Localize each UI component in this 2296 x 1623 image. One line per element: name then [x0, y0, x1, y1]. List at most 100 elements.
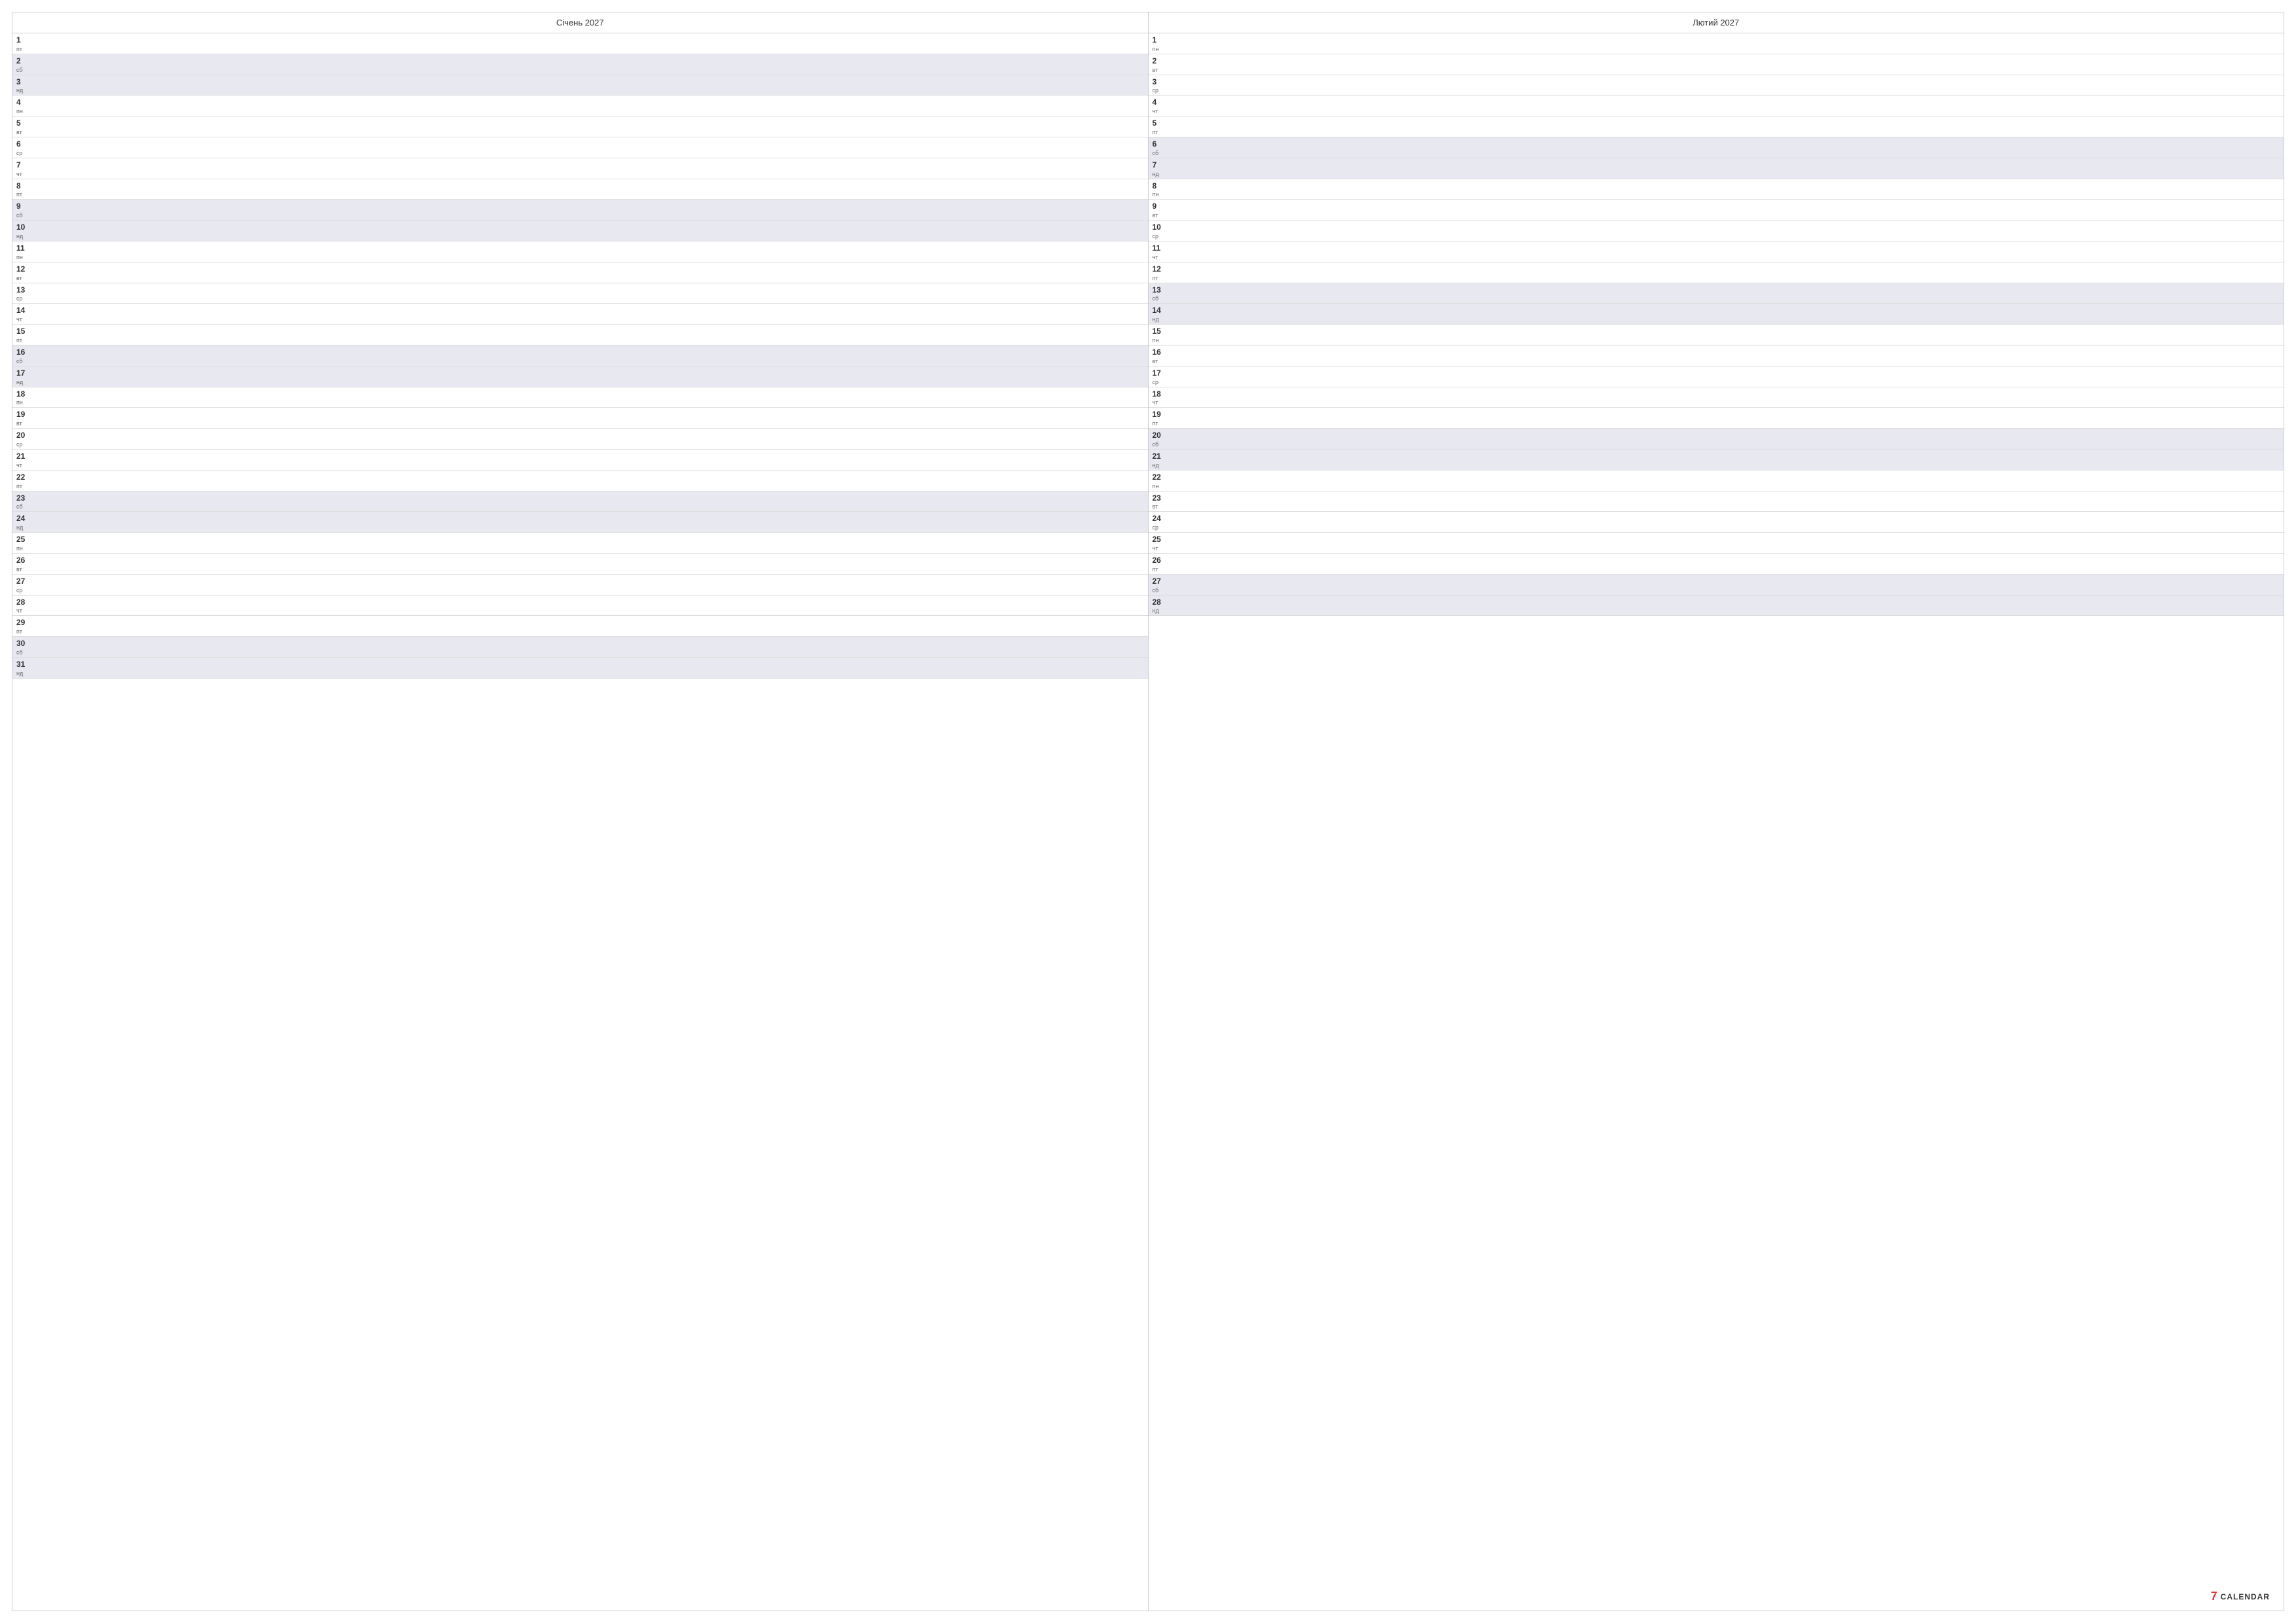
day-row: 25пн	[12, 533, 1148, 554]
day-name: ср	[16, 442, 29, 448]
day-row: 28нд	[1149, 596, 2284, 616]
day-name: нд	[16, 671, 29, 677]
day-name: пт	[16, 192, 29, 198]
day-row: 21нд	[1149, 450, 2284, 471]
day-row: 18пн	[12, 387, 1148, 408]
month-header-february-2027: Лютий 2027	[1149, 12, 2284, 33]
day-row: 22пт	[12, 471, 1148, 491]
day-number: 6	[1153, 139, 1166, 150]
day-row: 1пн	[1149, 33, 2284, 54]
day-name: нд	[16, 234, 29, 240]
day-row: 7чт	[12, 158, 1148, 179]
day-number: 22	[16, 472, 29, 483]
day-name: пт	[1153, 130, 1166, 135]
day-name: вт	[16, 276, 29, 281]
day-row: 25чт	[1149, 533, 2284, 554]
day-number: 30	[16, 638, 29, 649]
day-row: 9вт	[1149, 200, 2284, 221]
day-number: 15	[1153, 326, 1166, 337]
day-number: 23	[16, 493, 29, 504]
day-row: 15пт	[12, 325, 1148, 346]
day-number: 21	[1153, 451, 1166, 462]
day-number: 16	[16, 347, 29, 358]
day-name: вт	[1153, 359, 1166, 365]
day-name: ср	[1153, 380, 1166, 385]
day-number: 18	[1153, 389, 1166, 400]
day-number: 22	[1153, 472, 1166, 483]
day-number: 8	[16, 181, 29, 192]
brand-text: CALENDAR	[2221, 1592, 2270, 1601]
day-number: 29	[16, 617, 29, 628]
day-number: 14	[1153, 305, 1166, 316]
day-number: 31	[16, 659, 29, 670]
day-number: 5	[1153, 118, 1166, 129]
day-number: 4	[16, 97, 29, 108]
day-number: 4	[1153, 97, 1166, 108]
day-name: вт	[16, 130, 29, 135]
day-number: 28	[16, 597, 29, 608]
day-name: чт	[1153, 400, 1166, 406]
day-number: 16	[1153, 347, 1166, 358]
day-number: 7	[16, 160, 29, 171]
day-name: нд	[16, 380, 29, 385]
day-number: 9	[1153, 201, 1166, 212]
day-name: пн	[1153, 338, 1166, 344]
day-name: пн	[1153, 192, 1166, 198]
day-name: пт	[16, 338, 29, 344]
day-name: сб	[1153, 296, 1166, 302]
day-name: нд	[16, 88, 29, 94]
day-number: 25	[1153, 534, 1166, 545]
day-row: 24ср	[1149, 512, 2284, 533]
day-name: пт	[1153, 421, 1166, 427]
day-name: пт	[16, 46, 29, 52]
day-number: 1	[16, 35, 29, 46]
day-name: чт	[16, 608, 29, 614]
day-row: 23вт	[1149, 491, 2284, 512]
day-name: вт	[1153, 213, 1166, 219]
day-name: сб	[16, 67, 29, 73]
day-number: 13	[16, 285, 29, 296]
day-number: 26	[1153, 555, 1166, 566]
day-name: пн	[16, 109, 29, 115]
day-name: нд	[1153, 463, 1166, 469]
day-number: 14	[16, 305, 29, 316]
day-row: 5пт	[1149, 116, 2284, 137]
day-name: ср	[1153, 525, 1166, 531]
day-row: 2сб	[12, 54, 1148, 75]
day-number: 10	[1153, 222, 1166, 233]
day-number: 13	[1153, 285, 1166, 296]
day-row: 14чт	[12, 304, 1148, 325]
day-name: сб	[16, 359, 29, 365]
day-number: 3	[1153, 77, 1166, 88]
day-row: 3ср	[1149, 75, 2284, 96]
day-row: 8пн	[1149, 179, 2284, 200]
day-name: пн	[16, 546, 29, 552]
brand-number: 7	[2211, 1590, 2218, 1603]
day-name: ср	[16, 151, 29, 156]
day-name: пн	[16, 255, 29, 260]
day-number: 8	[1153, 181, 1166, 192]
day-row: 19вт	[12, 408, 1148, 429]
day-number: 17	[1153, 368, 1166, 379]
day-row: 8пт	[12, 179, 1148, 200]
day-row: 23сб	[12, 491, 1148, 512]
day-row: 3нд	[12, 75, 1148, 96]
day-name: вт	[16, 567, 29, 573]
day-name: нд	[1153, 171, 1166, 177]
day-number: 27	[1153, 576, 1166, 587]
day-row: 19пт	[1149, 408, 2284, 429]
day-row: 13сб	[1149, 283, 2284, 304]
day-row: 12вт	[12, 262, 1148, 283]
day-name: вт	[1153, 504, 1166, 510]
day-number: 21	[16, 451, 29, 462]
day-number: 27	[16, 576, 29, 587]
day-name: пт	[16, 629, 29, 635]
day-row: 26вт	[12, 554, 1148, 575]
day-name: сб	[1153, 442, 1166, 448]
day-number: 12	[16, 264, 29, 275]
branding: 7 CALENDAR	[2211, 1590, 2270, 1603]
day-number: 28	[1153, 597, 1166, 608]
day-number: 7	[1153, 160, 1166, 171]
day-number: 10	[16, 222, 29, 233]
day-row: 10ср	[1149, 221, 2284, 241]
